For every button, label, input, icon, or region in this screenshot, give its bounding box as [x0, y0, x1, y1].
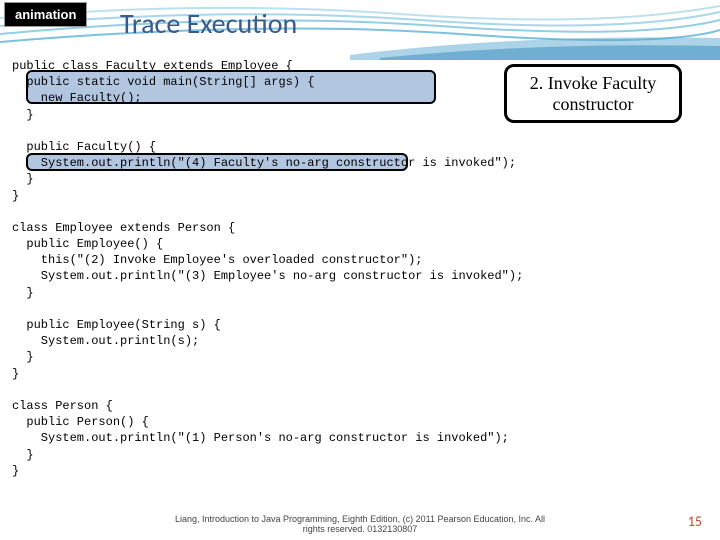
- step-callout: 2. Invoke Faculty constructor: [504, 64, 682, 123]
- footer-line-1: Liang, Introduction to Java Programming,…: [0, 514, 720, 524]
- slide-title: Trace Execution: [120, 6, 297, 41]
- wave-background: [0, 0, 720, 60]
- copyright-footer: Liang, Introduction to Java Programming,…: [0, 514, 720, 534]
- footer-line-2: rights reserved. 0132130807: [0, 524, 720, 534]
- animation-tag: animation: [4, 2, 87, 27]
- page-number: 15: [688, 513, 702, 530]
